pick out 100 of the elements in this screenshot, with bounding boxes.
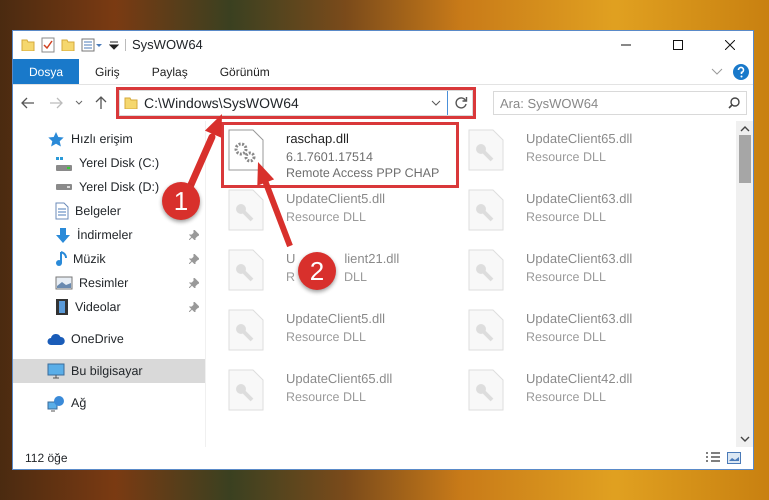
network-icon — [47, 394, 65, 412]
scrollbar[interactable] — [736, 121, 753, 447]
file-name: UpdateClient5.dll — [286, 190, 386, 208]
details-view-icon[interactable] — [705, 452, 721, 464]
pin-icon[interactable] — [189, 254, 199, 264]
ribbon-tab[interactable]: Giriş — [79, 59, 136, 84]
music-note-icon — [55, 251, 67, 267]
item-count: 112 öğe — [25, 450, 68, 467]
sidebar-label: Yerel Disk (C:) — [79, 154, 160, 172]
sidebar-item[interactable]: Resimler — [13, 271, 205, 295]
sidebar-item[interactable]: Bu bilgisayar — [13, 359, 205, 383]
file-detail: Resource DLL — [526, 148, 606, 164]
scrollbar-thumb[interactable] — [738, 135, 750, 183]
chevron-down-icon[interactable] — [431, 100, 441, 106]
file-detail: Remote Access PPP CHAP — [286, 164, 440, 180]
file-name: UpdateClient63.dll — [526, 310, 632, 328]
sidebar-label: Ağ — [71, 394, 86, 412]
sidebar-label: OneDrive — [71, 330, 124, 348]
file-detail: Resource DLL — [526, 268, 606, 284]
file-name: UpdateClient65.dll — [286, 370, 392, 388]
large-icons-view-icon[interactable] — [727, 452, 741, 464]
key-file-icon — [228, 309, 264, 351]
sidebar-item[interactable]: Yerel Disk (C:) — [13, 151, 164, 175]
minimize-icon — [621, 44, 631, 46]
up-arrow-icon[interactable] — [95, 96, 107, 110]
file-name: UpdateClient5.dll — [286, 310, 386, 328]
sidebar-label: Müzik — [73, 250, 106, 268]
sidebar-label: Hızlı erişim — [71, 130, 133, 148]
window-title: SysWOW64 — [132, 36, 203, 54]
file-detail: Resource DLL — [526, 388, 606, 404]
scroll-down-icon[interactable] — [740, 435, 750, 443]
star-icon — [47, 130, 65, 148]
file-detail: DLL — [344, 268, 367, 284]
sidebar-label: Yerel Disk (D:) — [79, 178, 160, 196]
sidebar-item[interactable]: Müzik — [13, 247, 205, 271]
pin-icon[interactable] — [189, 230, 199, 240]
close-icon — [725, 40, 735, 50]
film-icon — [55, 298, 69, 316]
help-icon[interactable] — [733, 64, 749, 80]
sidebar-item[interactable]: Belgeler — [13, 199, 125, 223]
key-file-icon — [228, 189, 264, 231]
down-arrow-icon — [55, 226, 71, 244]
ribbon-tab[interactable]: Görünüm — [204, 59, 286, 84]
file-name: lient21.dll — [344, 250, 400, 268]
search-icon — [728, 97, 740, 109]
file-detail: Resource DLL — [286, 208, 366, 224]
address-path: C:\Windows\SysWOW64 — [144, 94, 300, 113]
address-bar[interactable]: C:\Windows\SysWOW64 — [119, 90, 473, 116]
chevron-down-icon[interactable] — [75, 100, 83, 106]
key-file-icon — [468, 249, 504, 291]
key-file-icon — [468, 309, 504, 351]
sidebar-label: Bu bilgisayar — [71, 362, 143, 380]
ribbon-tab[interactable]: Dosya — [13, 59, 80, 84]
file-detail: Resource DLL — [286, 388, 366, 404]
file-detail: Resource DLL — [286, 328, 366, 344]
file-detail: Resource DLL — [526, 328, 606, 344]
scroll-up-icon[interactable] — [740, 125, 750, 133]
sidebar-label: İndirmeler — [77, 226, 133, 244]
drive-icon — [55, 184, 73, 190]
file-detail: Resource DLL — [526, 208, 606, 224]
key-file-icon — [468, 189, 504, 231]
sidebar-item[interactable]: Videolar — [13, 295, 205, 319]
sidebar-item[interactable]: İndirmeler — [13, 223, 205, 247]
gear-file-icon — [228, 129, 264, 171]
file-name: UpdateClient63.dll — [526, 250, 632, 268]
back-arrow-icon[interactable] — [21, 97, 35, 109]
document-icon — [55, 202, 69, 220]
key-file-icon — [468, 129, 504, 171]
key-file-icon — [468, 369, 504, 411]
sidebar-label: Resimler — [79, 274, 128, 292]
sidebar-item[interactable]: Ağ — [13, 391, 90, 415]
key-file-icon — [228, 249, 264, 291]
file-name: UpdateClient65.dll — [526, 130, 632, 148]
monitor-icon — [47, 363, 65, 379]
sidebar-item[interactable]: Yerel Disk (D:) — [13, 175, 164, 199]
key-file-icon — [228, 369, 264, 411]
folder-icon — [124, 97, 138, 109]
drive-icon — [55, 156, 73, 170]
file-name: UpdateClient42.dll — [526, 370, 632, 388]
maximize-icon — [673, 40, 683, 50]
sidebar-item[interactable]: Hızlı erişim — [13, 127, 137, 151]
cloud-icon — [47, 332, 65, 346]
search-field[interactable]: Ara: SysWOW64 — [493, 91, 747, 115]
checklist-icon[interactable] — [41, 37, 55, 53]
dropdown-icon[interactable] — [109, 40, 119, 50]
file-name: UpdateClient63.dll — [526, 190, 632, 208]
picture-icon — [55, 276, 73, 290]
pin-icon[interactable] — [189, 278, 199, 288]
file-name: U — [286, 250, 296, 268]
ribbon-tab[interactable]: Paylaş — [136, 59, 204, 84]
file-item[interactable]: raschap.dll 6.1.7601.17514 Remote Access PPP CHAP — [224, 125, 456, 184]
sidebar-item[interactable]: OneDrive — [13, 327, 128, 351]
refresh-icon[interactable] — [454, 96, 468, 110]
file-detail: R — [286, 268, 296, 284]
sidebar-label: Videolar — [75, 298, 121, 316]
sidebar-label: Belgeler — [75, 202, 121, 220]
file-name: raschap.dll — [286, 130, 349, 148]
file-detail: 6.1.7601.17514 — [286, 148, 373, 164]
properties-icon[interactable] — [81, 38, 103, 52]
pin-icon[interactable] — [189, 302, 199, 312]
